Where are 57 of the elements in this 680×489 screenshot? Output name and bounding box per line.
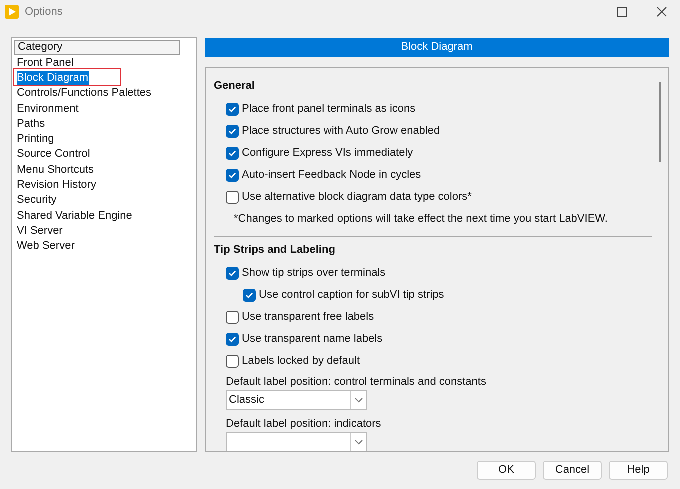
checkbox[interactable] [226, 168, 239, 182]
checkbox[interactable] [226, 354, 239, 368]
checkbox-label: Auto-insert Feedback Node in cycles [242, 168, 422, 183]
dropdown-label: Default label position: control terminals and constants [226, 375, 488, 390]
category-item[interactable]: Controls/Functions Palettes [17, 86, 152, 100]
dropdown[interactable]: Classic [226, 390, 367, 410]
chevron-down-icon [354, 398, 362, 402]
checkbox[interactable] [226, 190, 239, 204]
note-text: *Changes to marked options will take effect the next time you start LabVIEW. [233, 212, 609, 227]
category-item[interactable]: Web Server [17, 239, 75, 254]
category-item[interactable]: Security [17, 193, 57, 208]
section-heading: General [214, 79, 256, 94]
category-item[interactable]: Front Panel [17, 56, 74, 70]
checkbox-label: Configure Express VIs immediately [242, 146, 414, 161]
checkmark-icon [245, 290, 254, 300]
chevron-down-icon [354, 440, 362, 444]
checkbox-label: Labels locked by default [242, 354, 360, 369]
checkbox-label: Use alternative block diagram data type colors* [242, 190, 472, 205]
checkbox[interactable] [226, 102, 239, 116]
checkbox-label: Use transparent name labels [242, 332, 383, 347]
checkbox[interactable] [243, 288, 256, 302]
category-item[interactable]: VI Server [17, 224, 63, 238]
category-item[interactable]: Printing [17, 132, 54, 146]
checkmark-icon [228, 104, 237, 114]
category-item[interactable]: Environment [17, 102, 79, 116]
checkbox[interactable] [226, 310, 239, 324]
panel-title: Block Diagram [205, 38, 669, 57]
checkbox-label: Use control caption for subVI tip strips [259, 288, 444, 303]
app-logo-icon [5, 5, 19, 19]
checkbox[interactable] [226, 124, 239, 138]
checkbox[interactable] [226, 266, 239, 280]
checkbox-label: Show tip strips over terminals [242, 266, 386, 281]
checkmark-icon [228, 126, 237, 136]
category-item[interactable]: Revision History [17, 178, 96, 192]
section-heading: Tip Strips and Labeling [214, 243, 336, 258]
category-item[interactable]: Paths [17, 116, 46, 131]
window-title: Options [25, 4, 63, 20]
maximize-icon[interactable] [617, 7, 627, 17]
dialog-button[interactable]: Cancel [543, 461, 602, 480]
checkmark-icon [228, 334, 237, 344]
dialog-button[interactable]: Help [609, 461, 668, 480]
list-header: Category [14, 40, 180, 55]
checkbox-label: Place front panel terminals as icons [242, 102, 416, 117]
dialog-button[interactable]: OK [477, 461, 536, 480]
close-icon[interactable] [657, 7, 667, 17]
category-item[interactable]: Source Control [17, 147, 90, 162]
checkmark-icon [228, 148, 237, 158]
checkmark-icon [228, 170, 237, 180]
checkbox[interactable] [226, 332, 239, 346]
checkbox[interactable] [226, 146, 239, 160]
category-item[interactable]: Shared Variable Engine [17, 208, 132, 223]
checkbox-label: Place structures with Auto Grow enabled [242, 124, 440, 139]
dropdown-label: Default label position: indicators [226, 417, 382, 432]
category-item[interactable]: Block Diagram [17, 70, 89, 85]
checkbox-label: Use transparent free labels [242, 310, 374, 325]
category-item[interactable]: Menu Shortcuts [17, 162, 94, 177]
checkmark-icon [228, 268, 237, 278]
